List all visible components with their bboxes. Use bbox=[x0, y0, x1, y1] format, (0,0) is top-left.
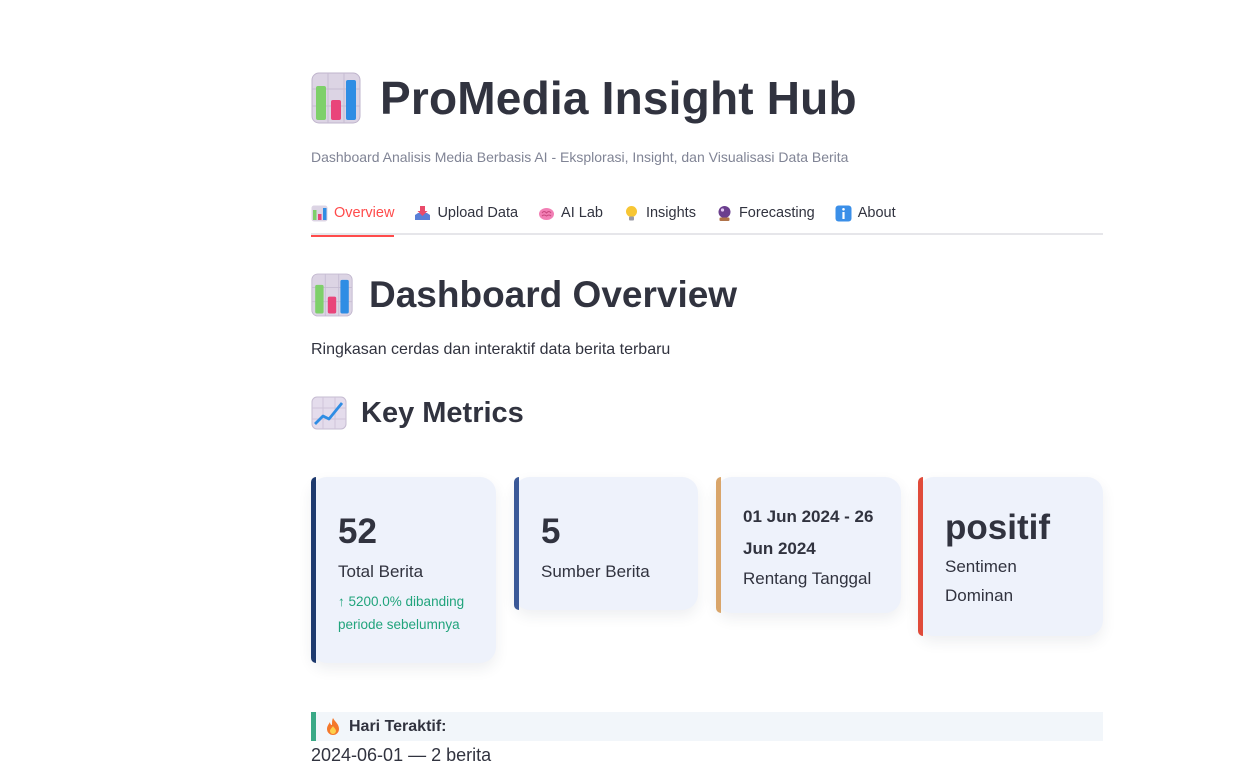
app-subtitle: Dashboard Analisis Media Berbasis AI - E… bbox=[311, 149, 849, 165]
metric-card-sumber-berita: 5 Sumber Berita bbox=[514, 477, 698, 610]
active-day-label: Hari Teraktif: bbox=[349, 717, 447, 735]
tab-about[interactable]: About bbox=[835, 195, 896, 235]
metric-label: Sentimen Dominan bbox=[945, 557, 1017, 605]
app-title: ProMedia Insight Hub bbox=[311, 70, 857, 126]
card-accent-bar bbox=[716, 477, 721, 613]
tab-ai-lab[interactable]: AI Lab bbox=[538, 195, 603, 235]
overview-heading: Dashboard Overview bbox=[311, 272, 737, 318]
tab-forecasting[interactable]: Forecasting bbox=[716, 195, 815, 235]
overview-intro: Ringkasan cerdas dan interaktif data ber… bbox=[311, 341, 671, 358]
overview-title: Dashboard Overview bbox=[369, 274, 738, 315]
chart-increasing-icon bbox=[311, 396, 347, 430]
fire-icon bbox=[327, 718, 339, 735]
info-icon bbox=[835, 205, 852, 221]
tab-label: AI Lab bbox=[561, 205, 603, 221]
tab-upload-data[interactable]: Upload Data bbox=[414, 195, 518, 235]
metric-card-rentang-tanggal: 01 Jun 2024 - 26 Jun 2024 Rentang Tangga… bbox=[716, 477, 901, 613]
card-accent-bar bbox=[514, 477, 519, 610]
tab-insights[interactable]: Insights bbox=[623, 195, 696, 235]
metric-card-sentimen-dominan: positif Sentimen Dominan bbox=[918, 477, 1103, 636]
active-day-banner: Hari Teraktif: bbox=[311, 712, 1103, 741]
card-accent-bar bbox=[311, 477, 316, 663]
brain-icon bbox=[539, 207, 555, 220]
tab-bar: Overview Upload Data AI Lab Insights For… bbox=[311, 195, 1103, 237]
metric-delta: ↑ 5200.0% dibanding periode sebelumnya bbox=[338, 594, 465, 632]
metric-label: Sumber Berita bbox=[541, 562, 650, 581]
tab-label: Forecasting bbox=[738, 205, 815, 221]
key-metrics-title: Key Metrics bbox=[361, 397, 524, 429]
light-bulb-icon bbox=[625, 205, 637, 220]
metric-label: Rentang Tanggal bbox=[743, 569, 872, 588]
metric-value: 01 Jun 2024 - 26 Jun 2024 bbox=[743, 507, 874, 558]
tab-label: About bbox=[857, 205, 896, 221]
tab-label: Upload Data bbox=[437, 205, 519, 221]
active-day-value: 2024-06-01 — 2 berita bbox=[311, 745, 492, 765]
tab-label: Overview bbox=[334, 205, 395, 221]
bar-chart-icon bbox=[311, 273, 353, 317]
card-accent-bar bbox=[918, 477, 923, 636]
app-title-text: ProMedia Insight Hub bbox=[380, 72, 857, 124]
metric-value: 52 bbox=[338, 512, 377, 551]
tab-overview[interactable]: Overview bbox=[311, 195, 395, 237]
bar-chart-icon bbox=[311, 205, 328, 221]
crystal-ball-icon bbox=[718, 205, 731, 221]
inbox-tray-icon bbox=[415, 205, 431, 220]
metric-value: positif bbox=[945, 508, 1050, 547]
metric-value: 5 bbox=[541, 512, 561, 551]
key-metrics-heading: Key Metrics bbox=[311, 395, 524, 431]
metric-label: Total Berita bbox=[338, 562, 424, 581]
bar-chart-icon bbox=[311, 72, 361, 124]
tab-label: Insights bbox=[645, 205, 696, 221]
metric-card-total-berita: 52 Total Berita ↑ 5200.0% dibanding peri… bbox=[311, 477, 496, 663]
